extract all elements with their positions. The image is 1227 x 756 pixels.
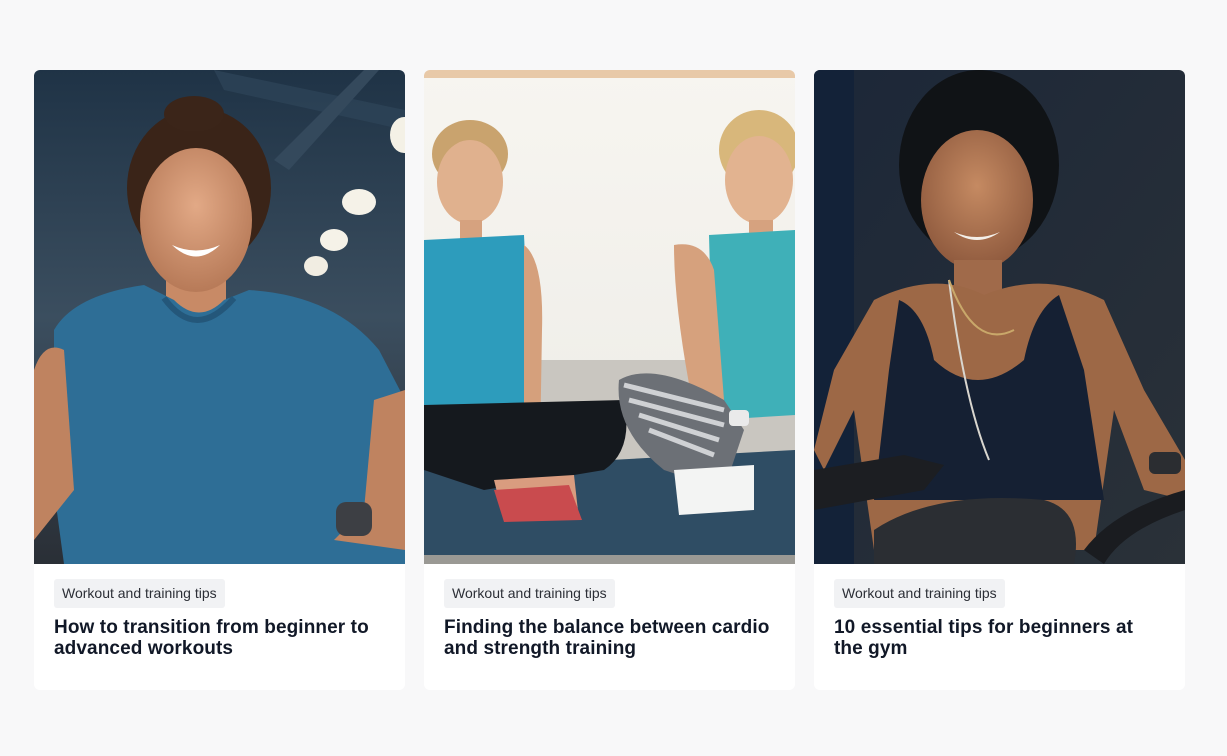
article-image[interactable] bbox=[424, 70, 795, 564]
article-title[interactable]: Finding the balance between cardio and s… bbox=[444, 617, 775, 659]
article-card[interactable]: Workout and training tips 10 essential t… bbox=[814, 70, 1185, 690]
article-body: Workout and training tips How to transit… bbox=[34, 564, 405, 690]
article-card-list: Workout and training tips How to transit… bbox=[34, 70, 1187, 690]
category-tag[interactable]: Workout and training tips bbox=[834, 579, 1005, 608]
article-image[interactable] bbox=[34, 70, 405, 564]
article-card[interactable]: Workout and training tips How to transit… bbox=[34, 70, 405, 690]
article-card[interactable]: Workout and training tips Finding the ba… bbox=[424, 70, 795, 690]
category-tag[interactable]: Workout and training tips bbox=[54, 579, 225, 608]
article-body: Workout and training tips 10 essential t… bbox=[814, 564, 1185, 690]
article-title[interactable]: 10 essential tips for beginners at the g… bbox=[834, 617, 1165, 659]
article-body: Workout and training tips Finding the ba… bbox=[424, 564, 795, 690]
article-title[interactable]: How to transition from beginner to advan… bbox=[54, 617, 385, 659]
article-image[interactable] bbox=[814, 70, 1185, 564]
category-tag[interactable]: Workout and training tips bbox=[444, 579, 615, 608]
